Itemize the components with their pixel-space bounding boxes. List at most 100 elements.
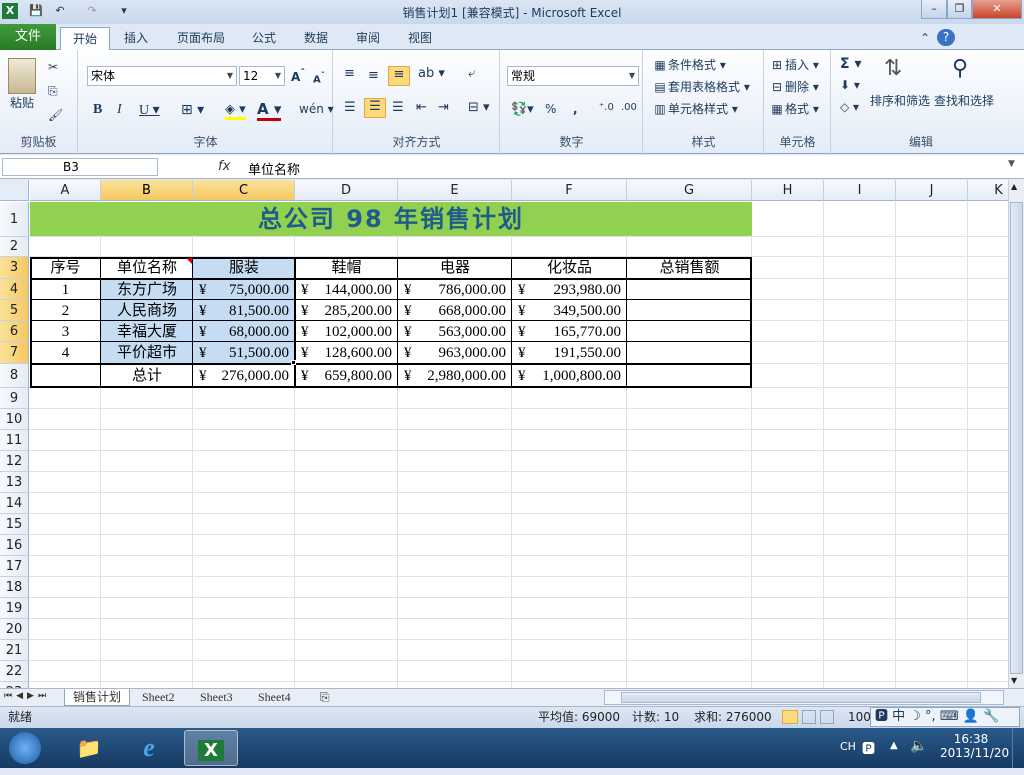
tab-view[interactable]: 视图 <box>400 27 440 50</box>
amount-cell[interactable]: 285,200.00 <box>295 301 393 322</box>
worksheet-grid[interactable]: ABCDEFGHIJK 1 2 3 4 5 6 7 8 9 10 11 12 13 14 15 16 17 18 1… <box>0 180 1008 688</box>
row-header-7[interactable]: 7 <box>0 342 29 364</box>
row-header-16[interactable]: 16 <box>0 535 29 556</box>
amount-cell[interactable]: 75,000.00 <box>193 280 289 301</box>
minimize-ribbon-icon[interactable]: ⌃ <box>918 27 932 50</box>
seq-cell[interactable]: 4 <box>30 343 101 364</box>
sheet-tab-2[interactable]: Sheet2 <box>142 689 175 706</box>
format-painter-icon[interactable]: 🖌 <box>48 108 63 122</box>
row-header-19[interactable]: 19 <box>0 598 29 619</box>
show-desktop-button[interactable] <box>1012 728 1024 768</box>
ime-toolbar[interactable]: 🅿 中 ☽ °, ⌨ 👤 🔧 <box>870 707 1020 727</box>
row-header-18[interactable]: 18 <box>0 577 29 598</box>
increase-indent-icon[interactable]: ⇥ <box>438 100 449 115</box>
paste-icon[interactable] <box>8 58 36 94</box>
amount-cell[interactable]: 68,000.00 <box>193 322 289 343</box>
column-header-i[interactable]: I <box>824 180 896 201</box>
decrease-decimal-icon[interactable]: .00 <box>621 102 637 113</box>
header-cell[interactable]: 鞋帽 <box>295 258 398 279</box>
comment-indicator-icon[interactable] <box>186 258 192 264</box>
phonetic-icon[interactable]: wén ▾ <box>299 102 334 116</box>
amount-cell[interactable]: 144,000.00 <box>295 280 393 301</box>
h-scroll-thumb[interactable] <box>621 692 981 703</box>
clock[interactable]: 16:38 2013/11/20 <box>940 732 1009 760</box>
help-icon[interactable]: ? <box>937 29 955 46</box>
copy-icon[interactable]: ⎘ <box>48 84 58 99</box>
header-cell[interactable]: 化妆品 <box>512 258 627 279</box>
seq-cell[interactable]: 1 <box>30 280 101 301</box>
decrease-indent-icon[interactable]: ⇤ <box>416 100 427 115</box>
align-center-icon[interactable]: ☰ <box>364 98 386 118</box>
row-header-17[interactable]: 17 <box>0 556 29 577</box>
column-header-g[interactable]: G <box>627 180 752 201</box>
page-break-view-icon[interactable] <box>820 710 834 724</box>
insert-function-button[interactable]: fx <box>218 159 230 174</box>
column-header-f[interactable]: F <box>512 180 627 201</box>
row-header-9[interactable]: 9 <box>0 388 29 409</box>
font-color-icon[interactable]: A ▾ <box>257 100 282 121</box>
amount-cell[interactable]: 349,500.00 <box>512 301 622 322</box>
row-header-6[interactable]: 6 <box>0 321 29 342</box>
amount-cell[interactable]: 963,000.00 <box>398 343 507 364</box>
column-header-a[interactable]: A <box>30 180 101 201</box>
row-header-11[interactable]: 11 <box>0 430 29 451</box>
new-sheet-icon[interactable]: ⎘ <box>320 689 330 706</box>
autosum-button[interactable]: Σ ▾ <box>840 56 861 72</box>
sheet-tab-4[interactable]: Sheet4 <box>258 689 291 706</box>
amount-cell[interactable]: 786,000.00 <box>398 280 507 301</box>
amount-cell[interactable]: 51,500.00 <box>193 343 289 364</box>
find-select-icon[interactable]: ⚲ <box>952 56 968 81</box>
font-size-combo[interactable]: 12 ▼ <box>239 66 285 86</box>
row-header-10[interactable]: 10 <box>0 409 29 430</box>
amount-cell[interactable]: 128,600.00 <box>295 343 393 364</box>
minimize-button[interactable]: – <box>921 0 947 19</box>
row-header-14[interactable]: 14 <box>0 493 29 514</box>
row-header-1[interactable]: 1 <box>0 202 29 237</box>
column-header-e[interactable]: E <box>398 180 512 201</box>
percent-button[interactable]: % <box>545 102 556 116</box>
fill-color-icon[interactable]: ◈ ▾ <box>225 102 246 120</box>
title-cell[interactable]: 总公司 98 年销售计划 <box>30 202 752 236</box>
tab-insert[interactable]: 插入 <box>114 27 158 50</box>
volume-icon[interactable]: 🔈 <box>910 738 927 754</box>
accounting-format-icon[interactable]: 💱▾ <box>511 102 534 117</box>
orientation-icon[interactable]: ab ▾ <box>418 66 445 81</box>
number-format-combo[interactable]: 常规 ▼ <box>507 66 639 86</box>
align-top-icon[interactable]: ≡ <box>344 66 355 81</box>
scroll-down-icon[interactable]: ▼ <box>1011 676 1017 685</box>
start-button[interactable] <box>0 730 50 766</box>
bold-icon[interactable]: B <box>93 102 102 118</box>
page-layout-view-icon[interactable] <box>802 710 816 724</box>
amount-cell[interactable]: 668,000.00 <box>398 301 507 322</box>
column-header-k[interactable]: K <box>968 180 1008 201</box>
amount-cell[interactable]: 293,980.00 <box>512 280 622 301</box>
total-amount-cell[interactable]: 659,800.00 <box>295 366 393 387</box>
amount-cell[interactable]: 81,500.00 <box>193 301 289 322</box>
row-header-13[interactable]: 13 <box>0 472 29 493</box>
seq-cell[interactable]: 2 <box>30 301 101 322</box>
wrap-text-icon[interactable]: ⤶ <box>468 66 475 81</box>
excel-taskbar-icon[interactable]: X <box>184 730 238 766</box>
sheet-tab-active[interactable]: 销售计划 <box>64 689 130 706</box>
tray-expand-icon[interactable]: ▲ <box>890 740 898 751</box>
conditional-format-button[interactable]: ▦ 条件格式 ▾ <box>652 56 726 73</box>
comma-button[interactable]: , <box>573 102 578 116</box>
tab-page-layout[interactable]: 页面布局 <box>168 27 234 50</box>
tab-formulas[interactable]: 公式 <box>244 27 284 50</box>
row-header-21[interactable]: 21 <box>0 640 29 661</box>
column-header-h[interactable]: H <box>752 180 824 201</box>
scroll-thumb[interactable] <box>1010 202 1023 674</box>
font-name-combo[interactable]: 宋体 ▼ <box>87 66 237 86</box>
header-cell[interactable]: 序号 <box>30 258 101 279</box>
row-header-12[interactable]: 12 <box>0 451 29 472</box>
align-right-icon[interactable]: ☰ <box>392 100 404 115</box>
zoom-level[interactable]: 100 <box>848 707 871 728</box>
paste-button[interactable]: 粘贴 <box>10 94 34 111</box>
sheet-tab-3[interactable]: Sheet3 <box>200 689 233 706</box>
increase-decimal-icon[interactable]: ⁺.0 <box>599 102 614 113</box>
row-header-2[interactable]: 2 <box>0 237 29 257</box>
align-bottom-icon[interactable]: ≡ <box>388 66 410 86</box>
header-cell[interactable]: 服装 <box>193 258 295 279</box>
amount-cell[interactable]: 102,000.00 <box>295 322 393 343</box>
merge-center-icon[interactable]: ⊟ ▾ <box>468 100 490 115</box>
